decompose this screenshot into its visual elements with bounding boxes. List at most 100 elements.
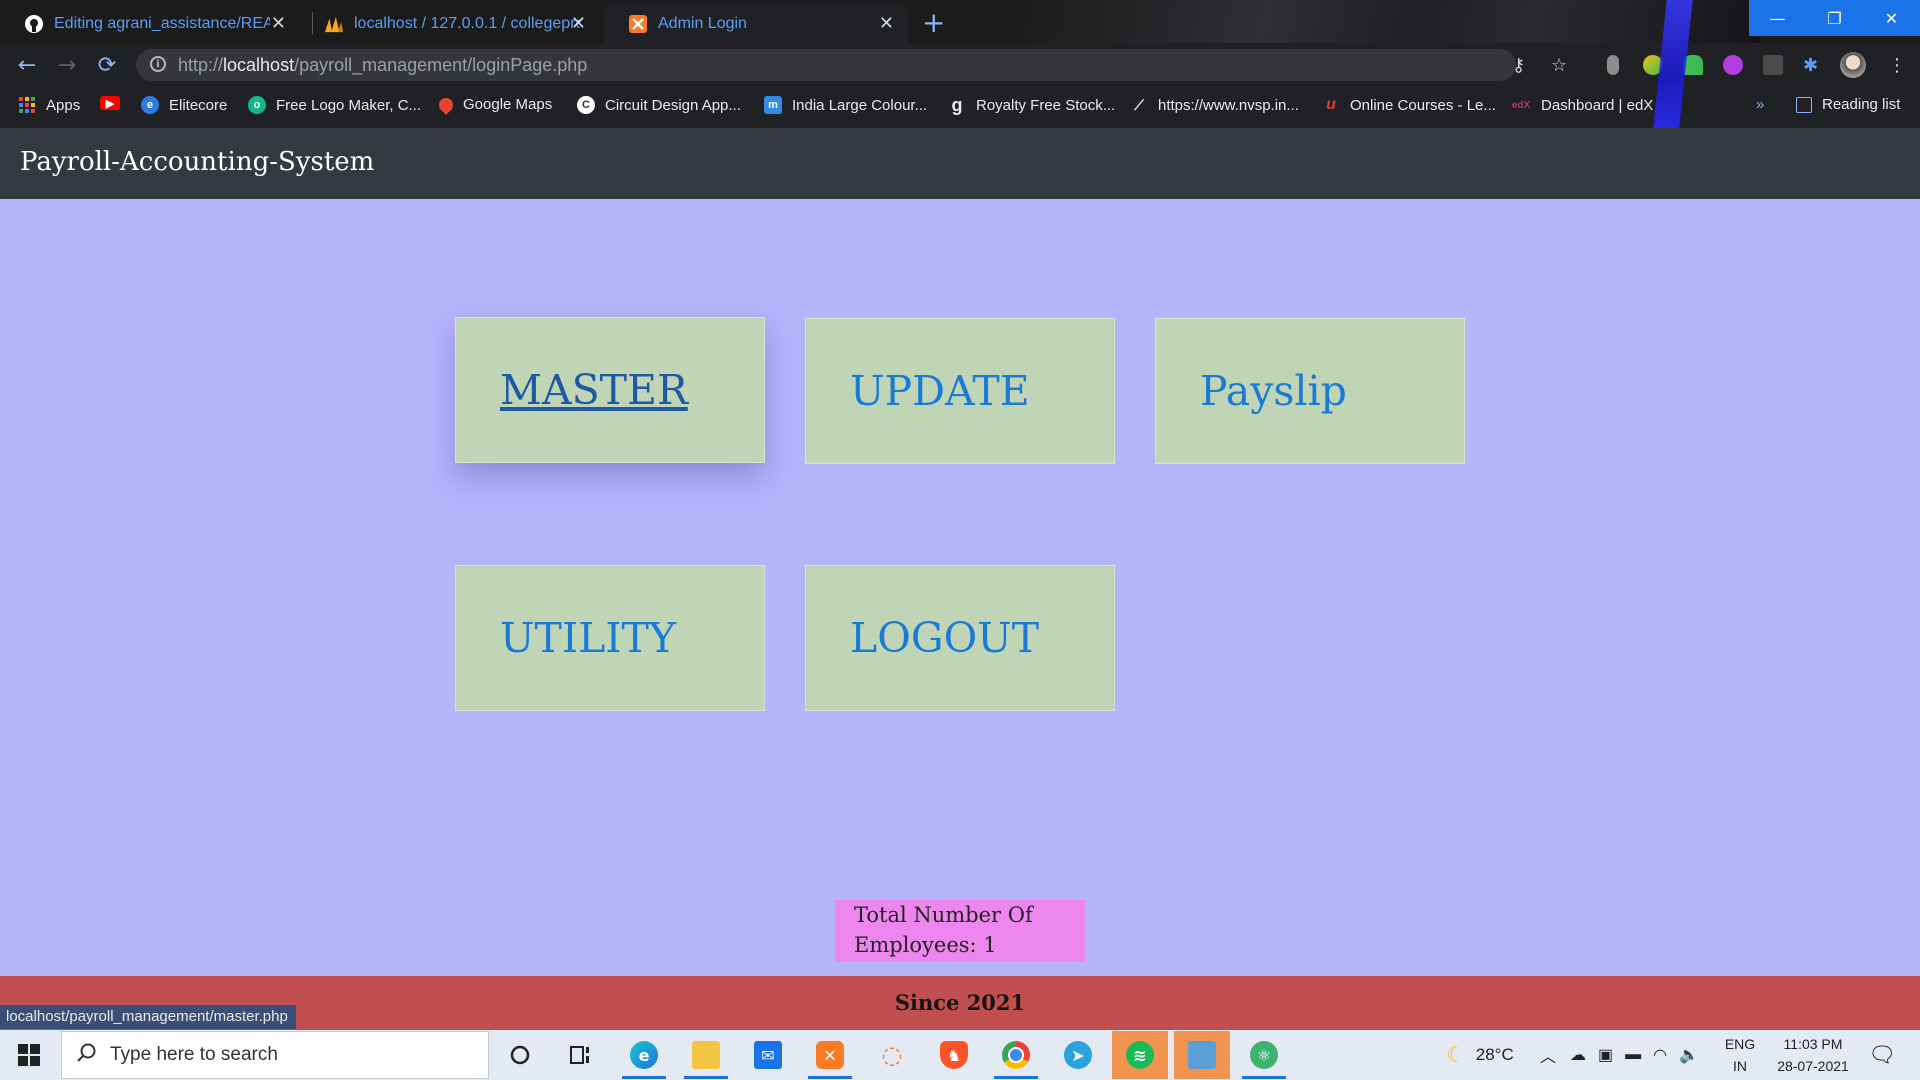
restore-icon[interactable]: ❐ [1806, 0, 1863, 36]
logout-link[interactable]: LOGOUT [850, 614, 1039, 662]
bookmark-label: https://www.nvsp.in... [1158, 96, 1299, 114]
clock[interactable]: 11:03 PM 28-07-2021 [1768, 1031, 1858, 1079]
reload-icon[interactable]: ⟳ [94, 52, 120, 78]
site-info-icon[interactable]: i [150, 56, 166, 72]
mapsofindia-icon: m [764, 96, 782, 114]
system-tray: ︿ ☁ ▣ ▬ ◠ 🔈 [1540, 1031, 1699, 1079]
password-key-icon[interactable]: ⚷ [1512, 55, 1525, 76]
battery-icon[interactable]: ▬ [1625, 1046, 1641, 1064]
language-indicator[interactable]: ENG IN [1720, 1031, 1760, 1079]
task-view-icon[interactable] [553, 1031, 609, 1079]
minimize-icon[interactable]: — [1749, 0, 1806, 36]
bookmark-youtube[interactable]: ▶ [100, 96, 130, 110]
reading-list-label: Reading list [1822, 96, 1901, 113]
notepad-icon[interactable] [1174, 1031, 1230, 1079]
edge-icon[interactable]: e [616, 1031, 672, 1079]
extension-icon[interactable] [1607, 55, 1619, 75]
reading-list-button[interactable]: Reading list [1796, 96, 1900, 113]
weather-temp: 28°C [1475, 1045, 1514, 1064]
payslip-card[interactable]: Payslip [1155, 318, 1465, 464]
cortana-icon[interactable] [492, 1031, 548, 1079]
brave-icon[interactable]: ♞ [926, 1031, 982, 1079]
github-icon [24, 14, 44, 34]
bookmark-udemy[interactable]: u Online Courses - Le... [1322, 96, 1496, 114]
bookmark-label: Google Maps [463, 96, 553, 113]
extension-icon[interactable] [1763, 55, 1783, 75]
volume-icon[interactable]: 🔈 [1679, 1045, 1699, 1065]
new-tab-icon[interactable]: + [922, 6, 945, 39]
bookmark-label: Free Logo Maker, C... [276, 96, 422, 114]
clock-date: 28-07-2021 [1777, 1058, 1849, 1074]
chrome-icon[interactable] [988, 1031, 1044, 1079]
bookmark-logo-maker[interactable]: o Free Logo Maker, C... [248, 96, 421, 114]
show-hidden-icons-icon[interactable]: ︿ [1540, 1043, 1556, 1067]
tab-title: Admin Login [658, 14, 747, 32]
brand-title[interactable]: Payroll-Accounting-System [20, 147, 374, 177]
onedrive-icon[interactable]: ☁ [1570, 1045, 1586, 1065]
master-card[interactable]: MASTER [455, 317, 765, 463]
avatar[interactable] [1840, 52, 1866, 78]
bookmark-star-icon[interactable]: ☆ [1551, 55, 1567, 76]
edx-icon: edX [1511, 99, 1531, 111]
bookmark-india-map[interactable]: m India Large Colour... [764, 96, 927, 114]
jupyter-icon[interactable]: ◌ [864, 1031, 920, 1079]
extensions-puzzle-icon[interactable]: ✱ [1803, 55, 1818, 76]
update-link[interactable]: UPDATE [850, 367, 1030, 415]
back-icon[interactable]: ← [14, 52, 40, 78]
close-tab-icon[interactable]: ✕ [271, 13, 286, 34]
browser-menu-icon[interactable]: ⋮ [1888, 55, 1906, 76]
tab-title: localhost / 127.0.0.1 / collegepro [354, 14, 580, 32]
spotify-icon[interactable]: ≋ [1112, 1031, 1168, 1079]
reading-list-icon [1796, 96, 1812, 113]
bookmark-elitecore[interactable]: e Elitecore [141, 96, 227, 114]
close-tab-icon[interactable]: ✕ [879, 13, 894, 34]
search-placeholder: Type here to search [110, 1044, 278, 1065]
bookmark-edx[interactable]: edX Dashboard | edX [1511, 96, 1653, 114]
address-bar[interactable]: i http://localhost/payroll_management/lo… [136, 49, 1516, 81]
xampp-taskbar-icon[interactable]: ✕ [802, 1031, 858, 1079]
windows-start-icon[interactable] [18, 1044, 40, 1066]
bookmark-label: Dashboard | edX [1541, 96, 1654, 114]
tab-phpmyadmin[interactable]: localhost / 127.0.0.1 / collegepro ✕ [300, 4, 600, 43]
bookmark-stock[interactable]: g Royalty Free Stock... [948, 95, 1116, 115]
update-card[interactable]: UPDATE [805, 318, 1115, 464]
forward-icon[interactable]: → [54, 52, 80, 78]
atom-icon[interactable]: ⚛ [1236, 1031, 1292, 1079]
payslip-link[interactable]: Payslip [1200, 367, 1347, 415]
bookmark-label: Circuit Design App... [605, 96, 741, 114]
bookmarks-overflow-icon[interactable]: » [1756, 96, 1764, 113]
wifi-icon[interactable]: ◠ [1653, 1045, 1667, 1065]
weather-widget[interactable]: ☾ 28°C [1446, 1031, 1514, 1079]
taskbar-search[interactable]: Type here to search [61, 1031, 489, 1079]
telegram-icon[interactable]: ➤ [1050, 1031, 1106, 1079]
bookmark-label: Royalty Free Stock... [976, 96, 1116, 114]
phpmyadmin-icon [324, 14, 344, 34]
tab-admin-login[interactable]: Admin Login ✕ [604, 4, 908, 43]
bookmark-nvsp[interactable]: ⟋ https://www.nvsp.in... [1130, 96, 1299, 114]
extension-icon[interactable] [1723, 55, 1743, 75]
mail-icon[interactable]: ✉ [740, 1031, 796, 1079]
tab-github[interactable]: Editing agrani_assistance/READM ✕ [0, 4, 300, 43]
close-window-icon[interactable]: ✕ [1863, 0, 1920, 36]
master-link[interactable]: MASTER [500, 366, 688, 414]
language-region: IN [1733, 1058, 1747, 1074]
youtube-icon: ▶ [100, 96, 120, 110]
notifications-icon[interactable]: 🗨 [1868, 1031, 1896, 1079]
url-text[interactable]: http://localhost/payroll_management/logi… [178, 55, 587, 76]
bookmark-google-maps[interactable]: Google Maps [436, 94, 553, 115]
close-tab-icon[interactable]: ✕ [571, 13, 586, 34]
utility-card[interactable]: UTILITY [455, 565, 765, 711]
file-explorer-icon[interactable] [678, 1031, 734, 1079]
search-icon [76, 1042, 98, 1068]
maps-pin-icon [436, 94, 456, 115]
bookmark-apps[interactable]: Apps [18, 96, 80, 114]
logo-maker-icon: o [248, 96, 266, 114]
language-code: ENG [1724, 1036, 1756, 1052]
circuit-icon: C [577, 96, 595, 114]
bookmark-circuit-design[interactable]: C Circuit Design App... [577, 96, 741, 114]
meet-now-icon[interactable]: ▣ [1598, 1045, 1613, 1065]
apps-grid-icon [18, 96, 36, 114]
logout-card[interactable]: LOGOUT [805, 565, 1115, 711]
utility-link[interactable]: UTILITY [500, 614, 676, 662]
bookmark-label: India Large Colour... [792, 96, 928, 114]
